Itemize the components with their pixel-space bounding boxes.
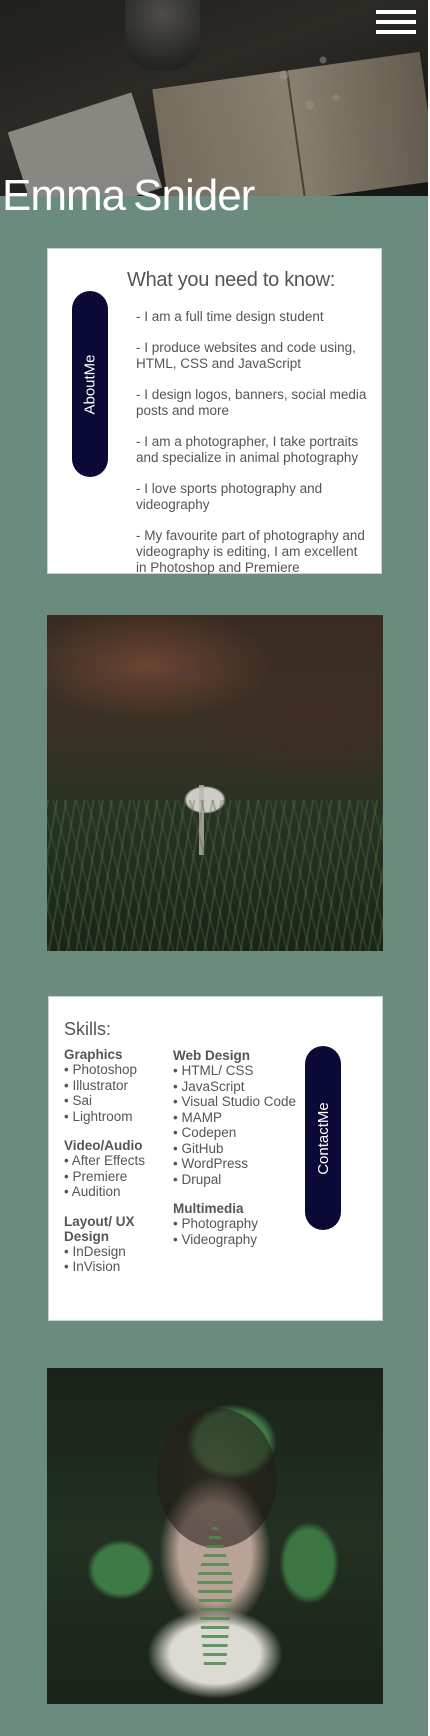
skill-group-title: Multimedia — [173, 1201, 244, 1216]
list-item: - I produce websites and code using, HTM… — [136, 340, 356, 371]
skill-item: • MAMP — [173, 1109, 222, 1125]
site-title-last: Snider — [133, 171, 255, 220]
skill-item: • JavaScript — [173, 1078, 245, 1094]
skill-item: • Illustrator — [64, 1077, 128, 1093]
skill-group-video-audio: Video/Audio • After Effects • Premiere •… — [64, 1138, 159, 1200]
skill-item: • Audition — [64, 1184, 121, 1199]
list-item: - My favourite part of photography and v… — [136, 528, 365, 575]
skill-item: • Lightroom — [64, 1108, 133, 1124]
skill-item: • HTML/ CSS — [173, 1063, 254, 1078]
skill-item: • After Effects — [64, 1153, 146, 1168]
skill-item: • Visual Studio Code — [173, 1094, 297, 1109]
skill-group-graphics: Graphics • Photoshop • Illustrator • Sai… — [64, 1047, 159, 1124]
header-image — [0, 0, 428, 196]
skill-group-multimedia: Multimedia • Photography • Videography — [173, 1201, 303, 1247]
portrait-photo — [47, 1368, 383, 1704]
hamburger-menu-icon[interactable] — [376, 8, 416, 36]
about-list: - I am a full time design student - I pr… — [136, 309, 371, 591]
skills-card: Skills: Graphics • Photoshop • Illustrat… — [48, 996, 383, 1321]
header-shade — [0, 0, 428, 196]
skill-item: • Drupal — [173, 1171, 222, 1187]
list-item: - I design logos, banners, social media … — [136, 387, 367, 418]
skill-item: • InVision — [64, 1259, 121, 1274]
skill-group-title: Web Design — [173, 1048, 251, 1063]
about-card: AboutMe What you need to know: - I am a … — [47, 248, 382, 575]
about-heading: What you need to know: — [127, 269, 335, 291]
skill-item: • Premiere — [64, 1168, 128, 1184]
skill-item: • Photoshop — [64, 1062, 138, 1077]
skills-column-left: Graphics • Photoshop • Illustrator • Sai… — [64, 1047, 159, 1289]
skills-heading: Skills: — [64, 1019, 112, 1039]
site-title-first: Emma — [2, 171, 126, 220]
menu-bar — [376, 30, 416, 34]
skill-group-title: Layout/ UX Design — [64, 1213, 135, 1244]
list-item: - I am a photographer, I take portraits … — [136, 434, 359, 465]
mushroom-photo — [47, 615, 383, 951]
skill-item: • Sai — [64, 1093, 92, 1108]
skill-group-web-design: Web Design • HTML/ CSS • JavaScript • Vi… — [173, 1048, 303, 1187]
contact-me-tab[interactable]: ContactMe — [305, 1046, 341, 1230]
list-item: - I am a full time design student — [136, 309, 324, 324]
about-me-tab-label: AboutMe — [81, 353, 99, 415]
skill-item: • Videography — [173, 1231, 258, 1247]
menu-bar — [376, 20, 416, 24]
skill-group-layout-ux: Layout/ UX Design • InDesign • InVision — [64, 1214, 159, 1275]
about-me-tab[interactable]: AboutMe — [72, 291, 108, 477]
skill-item: • Photography — [173, 1216, 259, 1231]
skills-column-right: Web Design • HTML/ CSS • JavaScript • Vi… — [173, 1048, 303, 1261]
list-item: - I love sports photography and videogra… — [136, 481, 323, 512]
contact-me-tab-label: ContactMe — [314, 1101, 332, 1175]
skill-group-title: Video/Audio — [64, 1138, 143, 1153]
skill-item: • GitHub — [173, 1140, 224, 1156]
skill-item: • InDesign — [64, 1243, 126, 1259]
skill-item: • WordPress — [173, 1156, 248, 1171]
site-title: Emma Snider — [2, 172, 262, 220]
menu-bar — [376, 10, 416, 14]
skill-item: • Codepen — [173, 1125, 237, 1140]
skill-group-title: Graphics — [64, 1047, 123, 1062]
grass-texture — [47, 799, 383, 951]
